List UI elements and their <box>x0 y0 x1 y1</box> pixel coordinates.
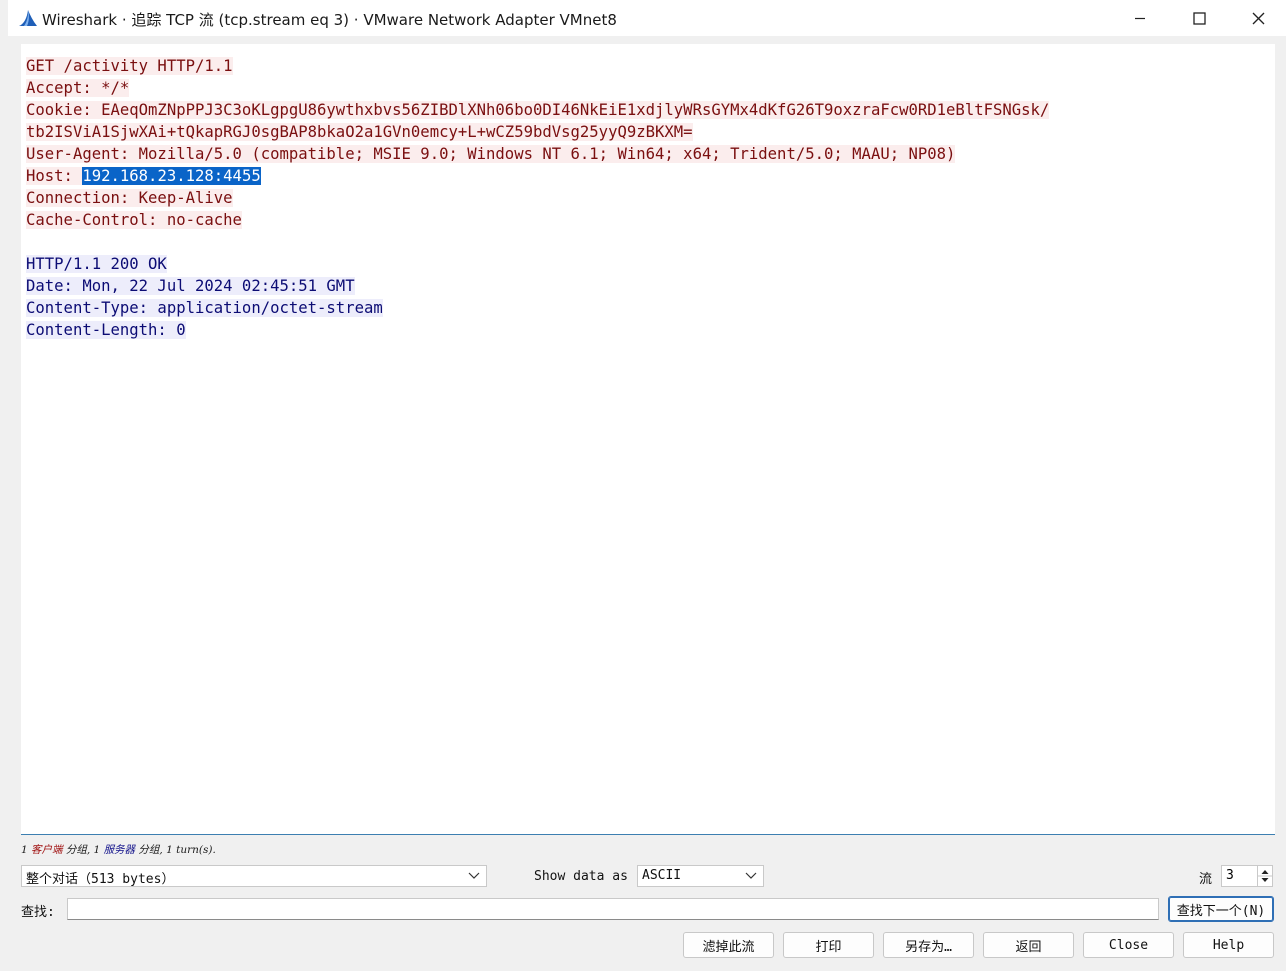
client-line: Cookie: EAeqOmZNpPPJ3C3oKLgpgU86ywthxbvs… <box>26 99 1050 121</box>
show-data-as-select[interactable]: ASCII <box>637 865 764 887</box>
filter-out-stream-button[interactable]: 滤掉此流 <box>683 932 774 958</box>
print-button[interactable]: 打印 <box>783 932 874 958</box>
help-button[interactable]: Help <box>1183 932 1274 958</box>
stream-number-label: 流 <box>1199 872 1213 887</box>
stream-number-value: 3 <box>1226 868 1234 883</box>
chevron-down-icon <box>745 872 757 879</box>
client-line-text: GET /activity HTTP/1.1 <box>26 57 233 75</box>
client-line-text: Cache-Control: no-cache <box>26 211 242 229</box>
window-title: Wireshark · 追踪 TCP 流 (tcp.stream eq 3) ·… <box>42 11 617 29</box>
stream-summary: 1 客户端 分组, 1 服务器 分组, 1 turn(s). <box>21 842 216 857</box>
summary-server-label: 服务器 <box>103 844 136 856</box>
server-line-text: Content-Type: application/octet-stream <box>26 299 383 317</box>
client-line: User-Agent: Mozilla/5.0 (compatible; MSI… <box>26 143 1049 165</box>
maximize-button[interactable] <box>1170 0 1228 36</box>
stream-text: GET /activity HTTP/1.1 Accept: */* Cooki… <box>26 55 1050 341</box>
find-label: 查找: <box>21 905 55 920</box>
client-line-text: tb2ISViA1SjwXAi+tQkapRGJ0sgBAP8bkaO2a1GV… <box>26 123 693 141</box>
client-line: Cache-Control: no-cache <box>26 209 1049 231</box>
server-line-text: HTTP/1.1 200 OK <box>26 255 167 273</box>
client-line: Connection: Keep-Alive <box>26 187 1049 209</box>
close-icon <box>1252 12 1264 24</box>
summary-suffix: 分组, 1 turn(s). <box>135 844 216 856</box>
stream-content-pane[interactable]: GET /activity HTTP/1.1 Accept: */* Cooki… <box>21 44 1275 835</box>
back-button[interactable]: 返回 <box>983 932 1074 958</box>
client-line-text: Accept: */* <box>26 79 130 97</box>
client-host-line: Host: 192.168.23.128:4455 <box>26 165 1049 187</box>
client-line-text: User-Agent: Mozilla/5.0 (compatible; MSI… <box>26 145 956 163</box>
summary-client-label: 客户端 <box>31 844 63 856</box>
follow-tcp-stream-window: Wireshark · 追踪 TCP 流 (tcp.stream eq 3) ·… <box>8 0 1286 971</box>
find-input[interactable] <box>67 898 1159 920</box>
maximize-icon <box>1192 11 1206 25</box>
server-line: Content-Type: application/octet-stream <box>26 297 1049 319</box>
minimize-icon <box>1135 17 1145 20</box>
close-window-button[interactable] <box>1229 0 1286 36</box>
minimize-button[interactable] <box>1111 0 1169 36</box>
show-data-label: Show data as <box>534 869 628 884</box>
spin-arrows-icon <box>1258 870 1272 882</box>
client-line-text: Cookie: EAeqOmZNpPPJ3C3oKLgpgU86ywthxbvs… <box>26 101 1050 119</box>
spin-buttons[interactable] <box>1257 866 1272 886</box>
selected-host-value: 192.168.23.128:4455 <box>82 167 261 185</box>
host-label: Host: <box>26 167 83 185</box>
client-line-text: Connection: Keep-Alive <box>26 189 233 207</box>
stream-number-spinbox[interactable]: 3 <box>1221 865 1273 887</box>
client-line: tb2ISViA1SjwXAi+tQkapRGJ0sgBAP8bkaO2a1GV… <box>26 121 1049 143</box>
conversation-select-value: 整个对话（513 bytes） <box>26 872 175 887</box>
client-line: Accept: */* <box>26 77 1049 99</box>
title-bar: Wireshark · 追踪 TCP 流 (tcp.stream eq 3) ·… <box>8 0 1286 36</box>
find-next-button[interactable]: 查找下一个(N) <box>1168 896 1274 922</box>
server-line: Date: Mon, 22 Jul 2024 02:45:51 GMT <box>26 275 1049 297</box>
server-line: Content-Length: 0 <box>26 319 1049 341</box>
server-line-text: Content-Length: 0 <box>26 321 186 339</box>
server-line: HTTP/1.1 200 OK <box>26 253 1049 275</box>
conversation-select[interactable]: 整个对话（513 bytes） <box>21 865 487 887</box>
summary-prefix: 1 <box>21 844 32 856</box>
show-data-select-value: ASCII <box>642 868 682 883</box>
wireshark-fin-icon <box>18 9 38 27</box>
save-as-button[interactable]: 另存为… <box>883 932 974 958</box>
chevron-down-icon <box>468 872 480 879</box>
summary-mid: 分组, 1 <box>62 844 104 856</box>
client-line: GET /activity HTTP/1.1 <box>26 55 1049 77</box>
close-button[interactable]: Close <box>1083 932 1174 958</box>
server-line-text: Date: Mon, 22 Jul 2024 02:45:51 GMT <box>26 277 355 295</box>
